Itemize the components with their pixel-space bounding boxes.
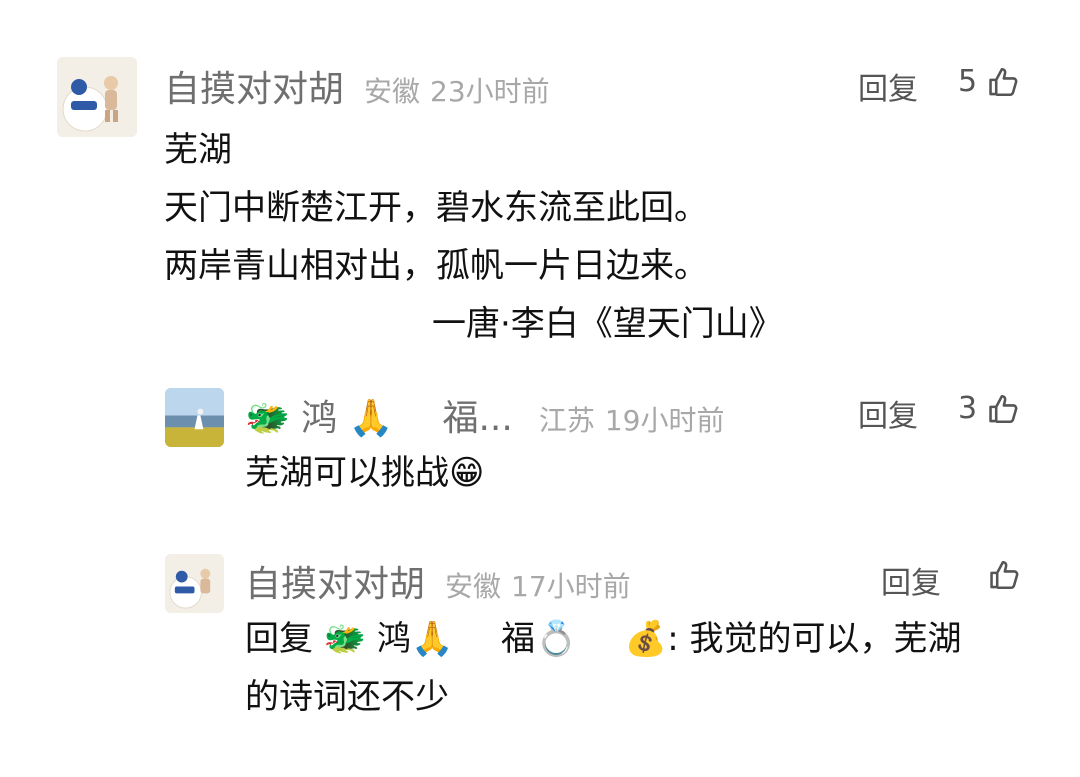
thumbs-up-icon bbox=[990, 560, 1019, 590]
folded-hands-icon: 🙏 bbox=[410, 619, 454, 659]
money-bag-icon: 💰 bbox=[624, 619, 668, 659]
username[interactable]: 🐲 鸿 🙏 福... bbox=[245, 389, 513, 441]
thumbs-up-icon bbox=[989, 67, 1018, 96]
comment-line: 天门中断楚江开，碧水东流至此回。 bbox=[164, 188, 708, 228]
reply-button[interactable]: 回复 bbox=[858, 391, 918, 435]
ring-icon: 💍 bbox=[534, 619, 578, 659]
comment-body: 芜湖 天门中断楚江开，碧水东流至此回。 两岸青山相对出，孤帆一片日边来。 一唐·… bbox=[164, 121, 783, 353]
poem-attribution: 一唐·李白《望天门山》 bbox=[432, 304, 783, 344]
avatar-image bbox=[165, 388, 224, 447]
comment-line: 芜湖 bbox=[164, 130, 232, 170]
reply-button[interactable]: 回复 bbox=[881, 558, 941, 602]
comment-body: 回复 🐲 鸿🙏 福💍 💰: 我觉的可以，芜湖 的诗词还不少 bbox=[245, 610, 962, 726]
comment-thread: 自摸对对胡 安徽 23小时前 回复 5 芜湖 天门中断楚江开，碧水东流至此回。 … bbox=[0, 0, 1080, 777]
like-button[interactable] bbox=[988, 558, 1022, 592]
username-part: 鸿 bbox=[301, 398, 338, 439]
comment-location: 安徽 bbox=[364, 75, 421, 108]
grinning-face-icon: 😁 bbox=[449, 453, 485, 493]
dragon-icon: 🐲 bbox=[245, 398, 290, 439]
comment-time: 19小时前 bbox=[604, 404, 725, 437]
username[interactable]: 自摸对对胡 bbox=[245, 555, 425, 607]
comment-text: 芜湖可以挑战 bbox=[245, 453, 449, 493]
comment-body: 芜湖可以挑战😁 bbox=[245, 444, 484, 502]
avatar-image bbox=[165, 554, 224, 613]
like-button[interactable]: 5 bbox=[958, 64, 1021, 99]
thumbs-up-icon bbox=[989, 394, 1018, 423]
comment-text: : 我觉的可以，芜湖 bbox=[667, 619, 962, 659]
like-count: 5 bbox=[958, 64, 978, 99]
folded-hands-icon: 🙏 bbox=[348, 398, 394, 439]
comment-line: 回复 🐲 鸿🙏 福💍 💰: 我觉的可以，芜湖 bbox=[245, 610, 962, 668]
reply-prefix: 回复 bbox=[245, 619, 313, 659]
like-button[interactable]: 3 bbox=[958, 391, 1021, 426]
mention-link[interactable]: 🐲 鸿🙏 福💍 💰 bbox=[324, 619, 667, 659]
comment-time: 23小时前 bbox=[430, 75, 550, 108]
avatar-image bbox=[57, 57, 137, 137]
username-part: 福... bbox=[442, 398, 513, 439]
comment-line: 的诗词还不少 bbox=[245, 677, 449, 717]
avatar[interactable] bbox=[165, 554, 224, 613]
avatar[interactable] bbox=[57, 57, 137, 137]
comment-line: 两岸青山相对出，孤帆一片日边来。 bbox=[164, 246, 708, 286]
username[interactable]: 自摸对对胡 bbox=[164, 60, 344, 112]
comment-time: 17小时前 bbox=[511, 570, 631, 603]
mention-part: 鸿 bbox=[376, 619, 411, 659]
comment-location: 安徽 bbox=[445, 570, 502, 603]
mention-part: 福 bbox=[500, 619, 535, 659]
comment-location: 江苏 bbox=[538, 404, 595, 437]
reply-button[interactable]: 回复 bbox=[858, 64, 918, 108]
avatar[interactable] bbox=[165, 388, 224, 447]
dragon-icon: 🐲 bbox=[323, 619, 367, 659]
like-count: 3 bbox=[958, 391, 978, 426]
